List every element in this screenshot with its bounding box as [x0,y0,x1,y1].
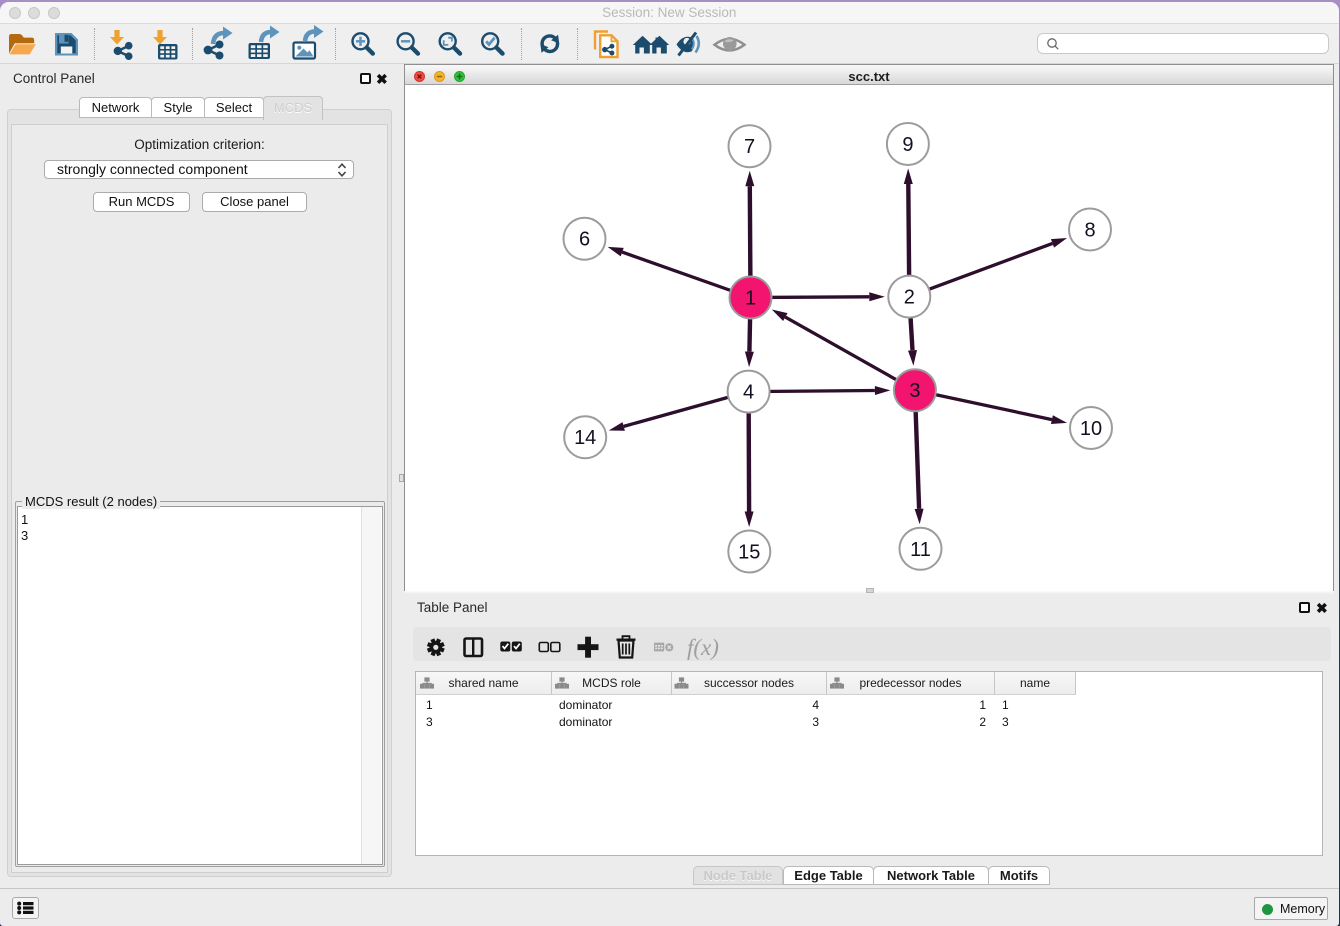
svg-text:10: 10 [1080,418,1102,440]
svg-text:11: 11 [910,539,931,561]
svg-text:6: 6 [579,229,590,251]
svg-text:15: 15 [738,542,760,564]
svg-text:f(x): f(x) [687,635,719,660]
svg-text:14: 14 [574,427,596,449]
svg-text:2: 2 [904,287,915,309]
svg-text:9: 9 [902,134,913,156]
svg-text:8: 8 [1084,220,1095,242]
svg-text:7: 7 [744,136,755,158]
svg-text:3: 3 [909,380,920,402]
svg-text:1: 1 [745,288,756,310]
svg-text:4: 4 [743,382,754,404]
